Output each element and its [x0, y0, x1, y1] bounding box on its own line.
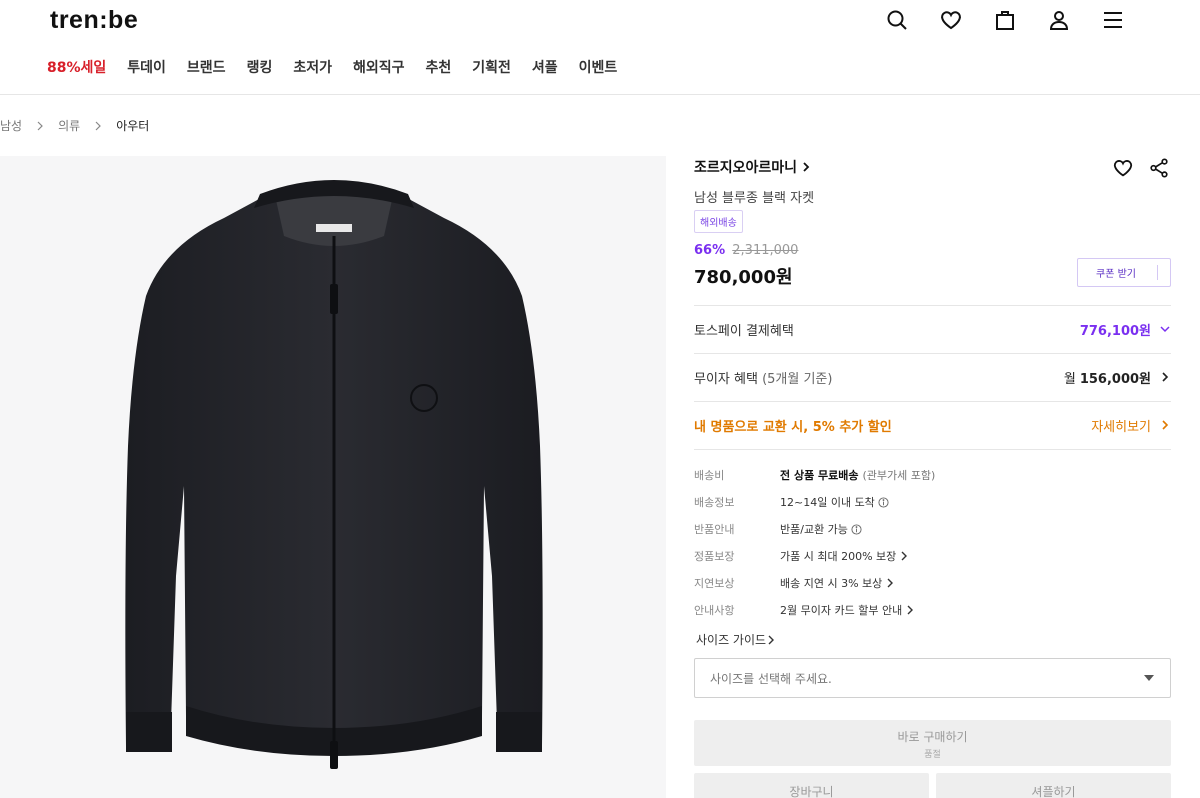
chevron-right-icon [887, 578, 894, 588]
trade-in-detail-link[interactable]: 자세히보기 [1091, 416, 1171, 435]
toss-pay-price: 776,100원 [1079, 323, 1151, 339]
jacket-illustration [125, 180, 543, 769]
toss-pay-value: 776,100원 [1080, 320, 1171, 339]
coupon-button[interactable]: 쿠폰 받기 [1077, 258, 1171, 287]
header-divider [0, 94, 1200, 95]
nav-item-lowest-price[interactable]: 초저가 [293, 57, 332, 77]
shuffle-button[interactable]: 셔플하기 [936, 773, 1171, 798]
header-icon-bar [884, 7, 1154, 33]
nav-item-recommend[interactable]: 추천 [426, 57, 452, 77]
shipping-fee-label: 배송비 [694, 469, 725, 482]
return-label: 반품안내 [694, 523, 735, 536]
shipping-info-label: 배송정보 [694, 496, 735, 509]
user-icon[interactable] [1046, 7, 1072, 33]
toss-pay-label: 토스페이 결제혜택 [694, 323, 794, 339]
nav-item-brand[interactable]: 브랜드 [187, 57, 226, 77]
chevron-right-icon [37, 121, 43, 130]
brand-name: 조르지오아르마니 [694, 160, 798, 176]
delay-compensation-row[interactable]: 지연보상 배송 지연 시 3% 보상 [694, 575, 895, 591]
interest-free-value: 월 156,000원 [1064, 368, 1171, 387]
chevron-right-icon [768, 635, 775, 644]
nav-item-overseas[interactable]: 해외직구 [353, 57, 405, 77]
size-guide-link[interactable]: 사이즈 가이드 [696, 631, 776, 648]
trade-in-discount-row[interactable]: 내 명품으로 교환 시, 5% 추가 할인 자세히보기 [694, 401, 1171, 449]
shopping-bag-icon[interactable] [992, 7, 1018, 33]
share-icon[interactable] [1147, 156, 1171, 180]
discount-row: 66% 2,311,000 [694, 243, 798, 258]
heart-icon[interactable] [938, 7, 964, 33]
monthly-price: 156,000원 [1079, 371, 1151, 387]
nav-item-sale[interactable]: 88%세일 [47, 57, 106, 77]
info-icon[interactable] [851, 523, 862, 535]
shipping-fee-row: 배송비 전 상품 무료배송 (관부가세 포함) [694, 469, 936, 482]
original-price: 2,311,000 [732, 243, 799, 258]
nav-item-ranking[interactable]: 랭킹 [247, 57, 273, 77]
breadcrumb: 남성 의류 아우터 [0, 117, 149, 134]
shipping-fee-value: 전 상품 무료배송 [780, 469, 859, 482]
coupon-divider [1157, 265, 1158, 280]
authentic-label: 정품보장 [694, 550, 735, 563]
main-nav: 88%세일 투데이 브랜드 랭킹 초저가 해외직구 추천 기획전 셔플 이벤트 [47, 57, 638, 77]
info-icon[interactable] [878, 496, 889, 508]
nav-item-event[interactable]: 이벤트 [579, 57, 618, 77]
toss-pay-benefit-row[interactable]: 토스페이 결제혜택 776,100원 [694, 305, 1171, 353]
chevron-right-icon [95, 121, 102, 130]
size-select-placeholder: 사이즈를 선택해 주세요. [710, 671, 832, 686]
nav-item-today[interactable]: 투데이 [127, 57, 166, 77]
product-image[interactable] [0, 156, 666, 798]
nav-item-exhibition[interactable]: 기획전 [472, 57, 511, 77]
discount-rate: 66% [694, 243, 726, 258]
breadcrumb-item-men[interactable]: 남성 [0, 117, 22, 134]
breadcrumb-item-outer[interactable]: 아우터 [116, 117, 149, 134]
return-info-row[interactable]: 반품안내 반품/교환 가능 [694, 521, 862, 537]
coupon-button-label: 쿠폰 받기 [1096, 269, 1136, 280]
chevron-right-icon [907, 605, 914, 615]
delay-label: 지연보상 [694, 577, 735, 590]
chevron-right-icon [1162, 372, 1169, 382]
notice-row[interactable]: 안내사항 2월 무이자 카드 할부 안내 [694, 602, 915, 618]
divider [694, 449, 1171, 450]
notice-label: 안내사항 [694, 604, 735, 617]
interest-free-label: 무이자 혜택 (5개월 기준) [694, 371, 833, 387]
nav-item-shuffle[interactable]: 셔플 [532, 57, 558, 77]
overseas-shipping-badge: 해외배송 [694, 210, 743, 233]
chevron-down-icon [1160, 326, 1170, 333]
size-select[interactable]: 사이즈를 선택해 주세요. [694, 658, 1171, 698]
add-to-cart-button[interactable]: 장바구니 [694, 773, 929, 798]
chevron-right-icon [803, 162, 810, 172]
shipping-info-row[interactable]: 배송정보 12~14일 이내 도착 [694, 494, 889, 510]
sale-price: 780,000원 [694, 267, 793, 288]
wishlist-heart-icon[interactable] [1111, 156, 1135, 180]
buy-now-button[interactable]: 바로 구매하기 품절 [694, 720, 1171, 766]
breadcrumb-item-clothing[interactable]: 의류 [58, 117, 80, 134]
buy-now-label: 바로 구매하기 [897, 730, 968, 744]
trade-in-label: 내 명품으로 교환 시, 5% 추가 할인 [694, 419, 892, 435]
menu-icon[interactable] [1100, 7, 1126, 33]
chevron-right-icon [901, 551, 908, 561]
product-name: 남성 블루종 블랙 자켓 [694, 191, 815, 206]
interest-free-row[interactable]: 무이자 혜택 (5개월 기준) 월 156,000원 [694, 353, 1171, 401]
brand-link[interactable]: 조르지오아르마니 [694, 157, 811, 177]
site-logo[interactable]: tren:be [50, 6, 138, 35]
product-action-icons [1099, 156, 1171, 180]
sold-out-label: 품절 [924, 750, 941, 760]
chevron-right-icon [1162, 420, 1169, 430]
authentic-guarantee-row[interactable]: 정품보장 가품 시 최대 200% 보장 [694, 548, 909, 564]
search-icon[interactable] [884, 7, 910, 33]
caret-down-icon [1144, 675, 1154, 681]
